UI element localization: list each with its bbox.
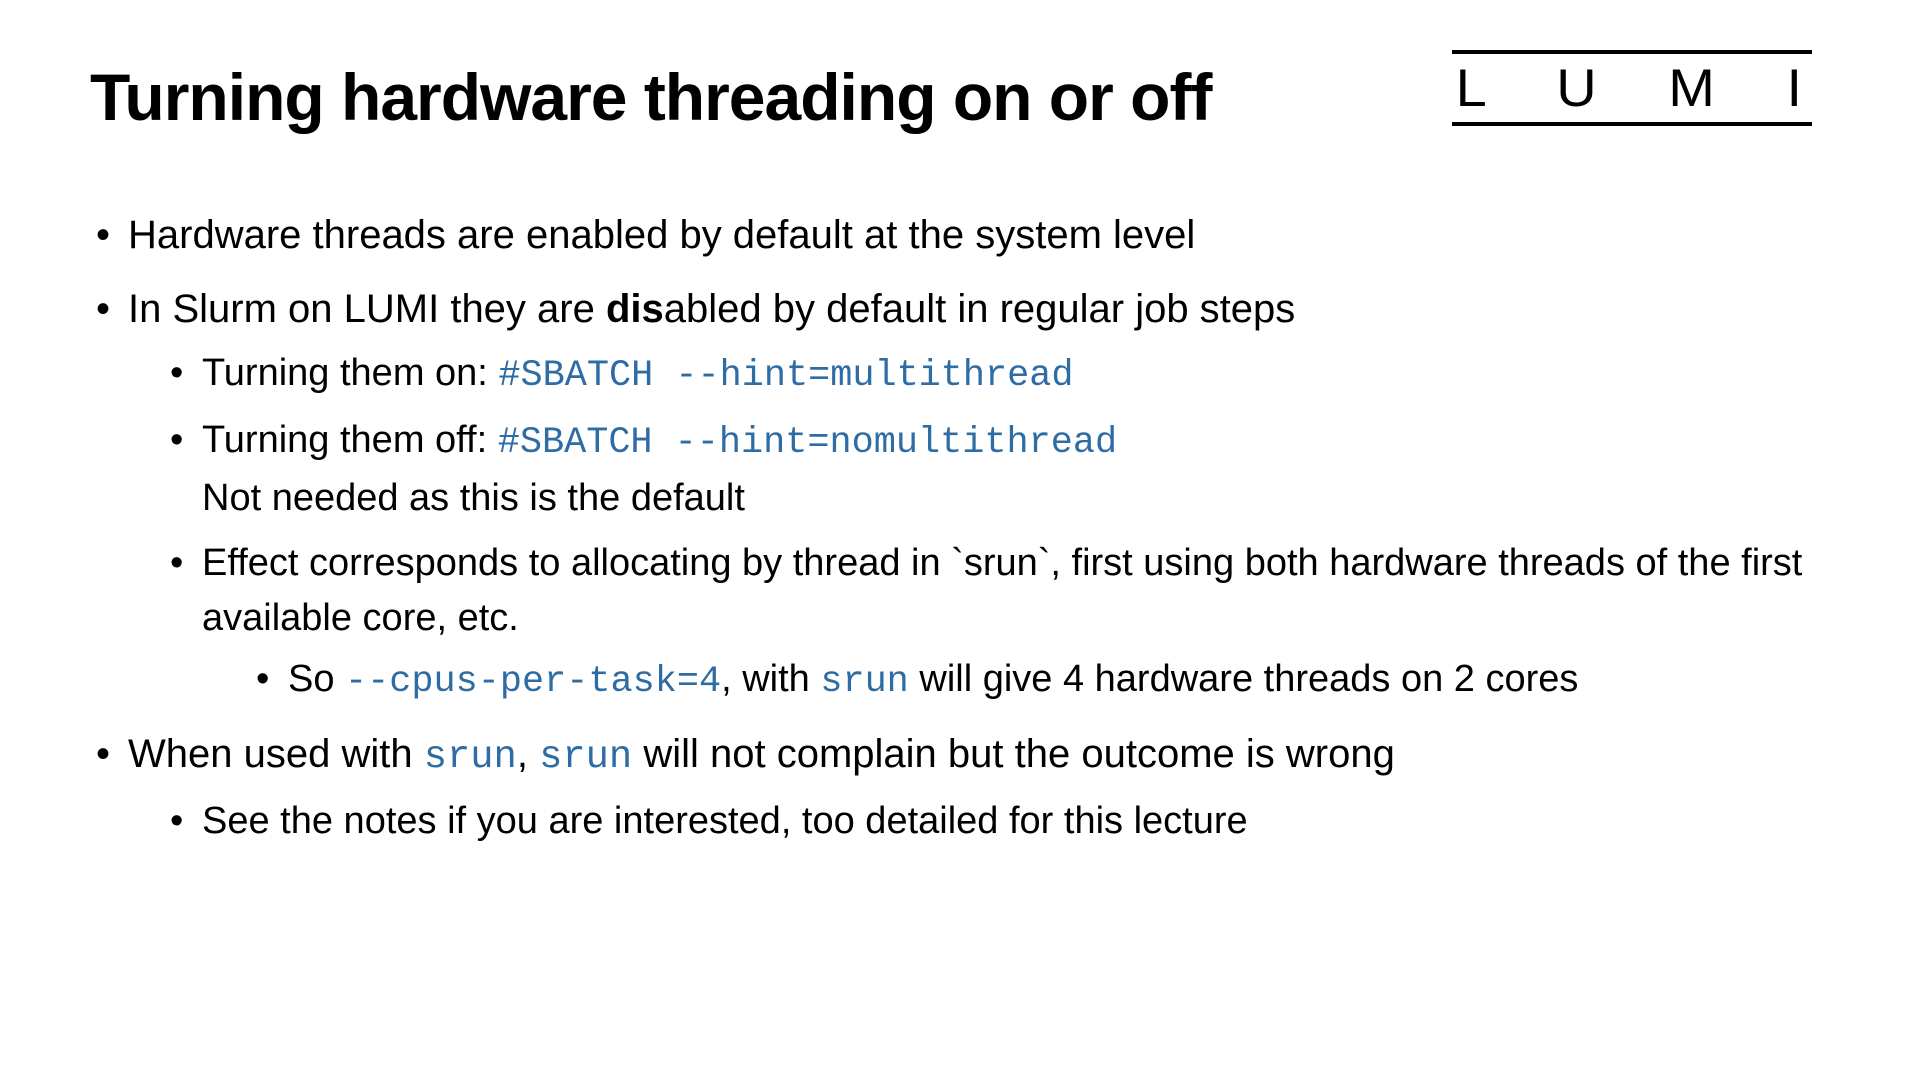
- body-text: will not complain but the outcome is wro…: [632, 732, 1395, 776]
- logo-line-bottom: [1452, 122, 1812, 126]
- list-item: Effect corresponds to allocating by thre…: [164, 536, 1830, 710]
- lumi-logo: L U M I: [1452, 50, 1830, 126]
- bullet-list: Hardware threads are enabled by default …: [90, 206, 1830, 849]
- sub-list: Turning them on: #SBATCH --hint=multithr…: [128, 346, 1830, 710]
- list-item: Turning them off: #SBATCH --hint=nomulti…: [164, 413, 1830, 526]
- sub-sub-list: So --cpus-per-task=4, with srun will giv…: [202, 652, 1830, 709]
- code-text: srun: [539, 735, 632, 779]
- body-text: abled by default in regular job steps: [664, 287, 1296, 331]
- body-text: Effect corresponds to allocating by thre…: [202, 542, 1802, 639]
- list-item: So --cpus-per-task=4, with srun will giv…: [250, 652, 1830, 709]
- logo-text: L U M I: [1452, 61, 1830, 114]
- slide: L U M I Turning hardware threading on or…: [0, 0, 1920, 1080]
- list-item: Turning them on: #SBATCH --hint=multithr…: [164, 346, 1830, 403]
- list-item: When used with srun, srun will not compl…: [90, 725, 1830, 848]
- code-text: #SBATCH --hint=nomultithread: [498, 422, 1117, 464]
- code-text: #SBATCH --hint=multithread: [498, 355, 1073, 397]
- list-item: Hardware threads are enabled by default …: [90, 206, 1830, 264]
- body-text: See the notes if you are interested, too…: [202, 800, 1248, 842]
- body-text: When used with: [128, 732, 424, 776]
- sub-list: See the notes if you are interested, too…: [128, 794, 1830, 849]
- body-text: Turning them off:: [202, 419, 498, 461]
- logo-line-top: [1452, 50, 1812, 54]
- code-text: --cpus-per-task=4: [345, 661, 721, 703]
- code-text: srun: [424, 735, 517, 779]
- body-text: Turning them on:: [202, 352, 498, 394]
- body-text: will give 4 hardware threads on 2 cores: [909, 658, 1579, 700]
- body-text: Hardware threads are enabled by default …: [128, 213, 1195, 257]
- body-text: So: [288, 658, 345, 700]
- code-text: srun: [820, 661, 908, 703]
- body-text: Not needed as this is the default: [202, 477, 745, 519]
- body-text: ,: [517, 732, 539, 776]
- body-text-bold: dis: [606, 287, 664, 331]
- body-text: , with: [721, 658, 820, 700]
- body-text: In Slurm on LUMI they are: [128, 287, 606, 331]
- list-item: In Slurm on LUMI they are disabled by de…: [90, 280, 1830, 710]
- list-item: See the notes if you are interested, too…: [164, 794, 1830, 849]
